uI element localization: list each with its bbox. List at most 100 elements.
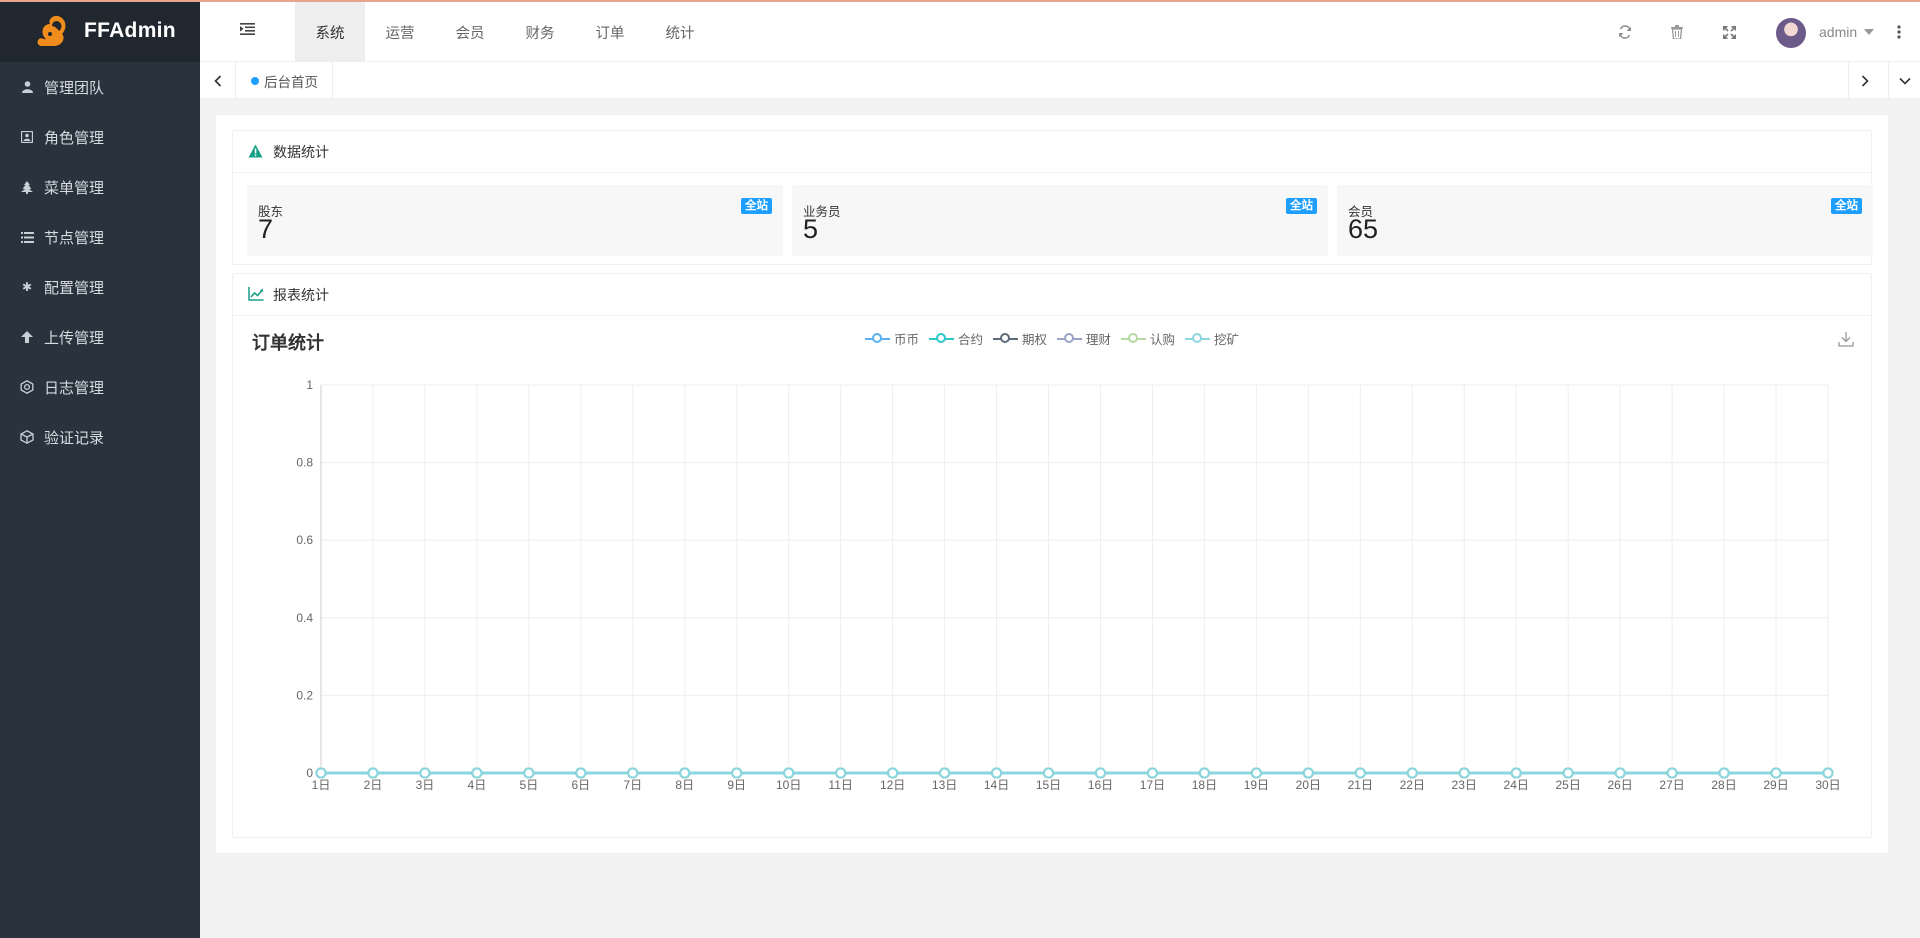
legend-item[interactable]: 币币: [864, 329, 919, 348]
data-point: [1614, 767, 1626, 779]
tab-label: 会员: [455, 25, 485, 42]
data-point: [471, 767, 483, 779]
data-point: [1094, 767, 1106, 779]
legend-item[interactable]: 期权: [992, 329, 1047, 348]
data-point: [1458, 767, 1470, 779]
stat-members: 会员 65 全站: [1337, 185, 1873, 256]
username[interactable]: admin: [1819, 24, 1857, 40]
x-tick-label: 8日: [675, 778, 694, 792]
x-tick-label: 13日: [932, 778, 957, 792]
data-point: [367, 767, 379, 779]
x-tick-label: 29日: [1763, 778, 1788, 792]
data-point: [419, 767, 431, 779]
tab-system[interactable]: 系统: [295, 2, 365, 62]
status-badge: 全站: [741, 198, 772, 214]
tab-finance[interactable]: 财务: [505, 2, 575, 62]
legend-swatch: [864, 332, 890, 346]
page-tab-label: 后台首页: [264, 74, 318, 90]
stat-value: 5: [803, 214, 819, 244]
sidebar-item-roles[interactable]: 角色管理: [0, 112, 200, 162]
chevron-down-icon[interactable]: [1864, 29, 1874, 35]
top-header: 系统 运营 会员 财务 订单 统计 admin: [200, 2, 1920, 62]
sidebar-item-label: 节点管理: [44, 229, 105, 247]
x-tick-label: 4日: [468, 778, 487, 792]
refresh-icon[interactable]: [1616, 23, 1634, 41]
upload-arrow-icon: [20, 330, 34, 344]
sidebar-item-verify[interactable]: 验证记录: [0, 412, 200, 462]
sidebar-item-menus[interactable]: 菜单管理: [0, 162, 200, 212]
y-tick-label: 0.8: [296, 456, 313, 470]
legend-label: 认购: [1150, 333, 1176, 347]
menu-toggle-icon[interactable]: [240, 22, 260, 42]
tabs-scroll-right-button[interactable]: [1848, 62, 1880, 99]
x-tick-label: 21日: [1348, 778, 1373, 792]
avatar[interactable]: [1776, 18, 1806, 48]
chart-legend: 币币 合约 期权 理财 认购 挖矿: [233, 329, 1871, 349]
list-icon: [20, 230, 34, 244]
data-point: [991, 767, 1003, 779]
app-name: FFAdmin: [84, 19, 176, 42]
sidebar-item-label: 管理团队: [44, 79, 105, 97]
sidebar-item-label: 配置管理: [44, 279, 105, 297]
x-tick-label: 23日: [1452, 778, 1477, 792]
sidebar-item-label: 上传管理: [44, 329, 105, 347]
logo[interactable]: FFAdmin: [0, 0, 200, 62]
sidebar-nav: 管理团队 角色管理 菜单管理 节点管理 ✱ 配置管理 上传管理 日志管理 验证记…: [0, 62, 200, 462]
x-tick-label: 9日: [727, 778, 746, 792]
data-point: [1770, 767, 1782, 779]
x-tick-label: 27日: [1659, 778, 1684, 792]
x-tick-label: 20日: [1296, 778, 1321, 792]
stat-value: 7: [258, 214, 274, 244]
x-tick-label: 18日: [1192, 778, 1217, 792]
page-tab-bar: 后台首页: [200, 62, 1920, 99]
x-tick-label: 30日: [1815, 778, 1840, 792]
tab-label: 统计: [665, 25, 695, 42]
sidebar-item-logs[interactable]: 日志管理: [0, 362, 200, 412]
cube-icon: [20, 430, 34, 444]
tab-orders[interactable]: 订单: [575, 2, 645, 62]
chevron-right-icon: [1861, 74, 1869, 87]
legend-item[interactable]: 合约: [928, 329, 983, 348]
tab-operations[interactable]: 运营: [365, 2, 435, 62]
status-badge: 全站: [1286, 198, 1317, 214]
sidebar-item-label: 角色管理: [44, 129, 105, 147]
tab-statistics[interactable]: 统计: [645, 2, 715, 62]
data-point: [627, 767, 639, 779]
sidebar-item-uploads[interactable]: 上传管理: [0, 312, 200, 362]
x-tick-label: 24日: [1504, 778, 1529, 792]
legend-item[interactable]: 认购: [1121, 329, 1175, 348]
data-point: [679, 767, 691, 779]
tabs-scroll-left-button[interactable]: [200, 62, 236, 99]
chevron-down-icon: [1898, 77, 1911, 85]
x-tick-label: 25日: [1555, 778, 1580, 792]
tab-label: 财务: [525, 25, 555, 42]
download-icon[interactable]: [1838, 331, 1856, 349]
sidebar-item-team[interactable]: 管理团队: [0, 62, 200, 112]
x-tick-label: 11日: [828, 778, 852, 792]
stat-value: 65: [1348, 214, 1379, 244]
tab-label: 订单: [595, 25, 625, 42]
stat-salespeople: 业务员 5 全站: [792, 185, 1328, 256]
legend-item[interactable]: 挖矿: [1185, 329, 1239, 348]
sidebar-item-nodes[interactable]: 节点管理: [0, 212, 200, 262]
more-vertical-icon[interactable]: [1890, 23, 1908, 41]
trash-icon[interactable]: [1668, 23, 1686, 41]
legend-label: 挖矿: [1214, 333, 1240, 347]
legend-label: 合约: [957, 333, 983, 347]
sidebar-item-config[interactable]: ✱ 配置管理: [0, 262, 200, 312]
tab-label: 系统: [315, 25, 345, 42]
tab-members[interactable]: 会员: [435, 2, 505, 62]
data-point: [1250, 767, 1262, 779]
page-tab-home[interactable]: 后台首页: [237, 62, 333, 99]
status-badge: 全站: [1831, 198, 1862, 214]
legend-swatch: [992, 332, 1018, 346]
data-point: [887, 767, 899, 779]
legend-item[interactable]: 理财: [1057, 329, 1111, 348]
fullscreen-icon[interactable]: [1720, 23, 1738, 41]
data-point: [1718, 767, 1730, 779]
sidebar: FFAdmin 管理团队 角色管理 菜单管理 节点管理 ✱ 配置管理 上传管理 …: [0, 0, 200, 938]
y-tick-label: 0.4: [296, 611, 313, 625]
tree-icon: [20, 180, 34, 194]
tabs-dropdown-button[interactable]: [1888, 62, 1920, 99]
report-card-header: 报表统计: [233, 274, 1871, 316]
